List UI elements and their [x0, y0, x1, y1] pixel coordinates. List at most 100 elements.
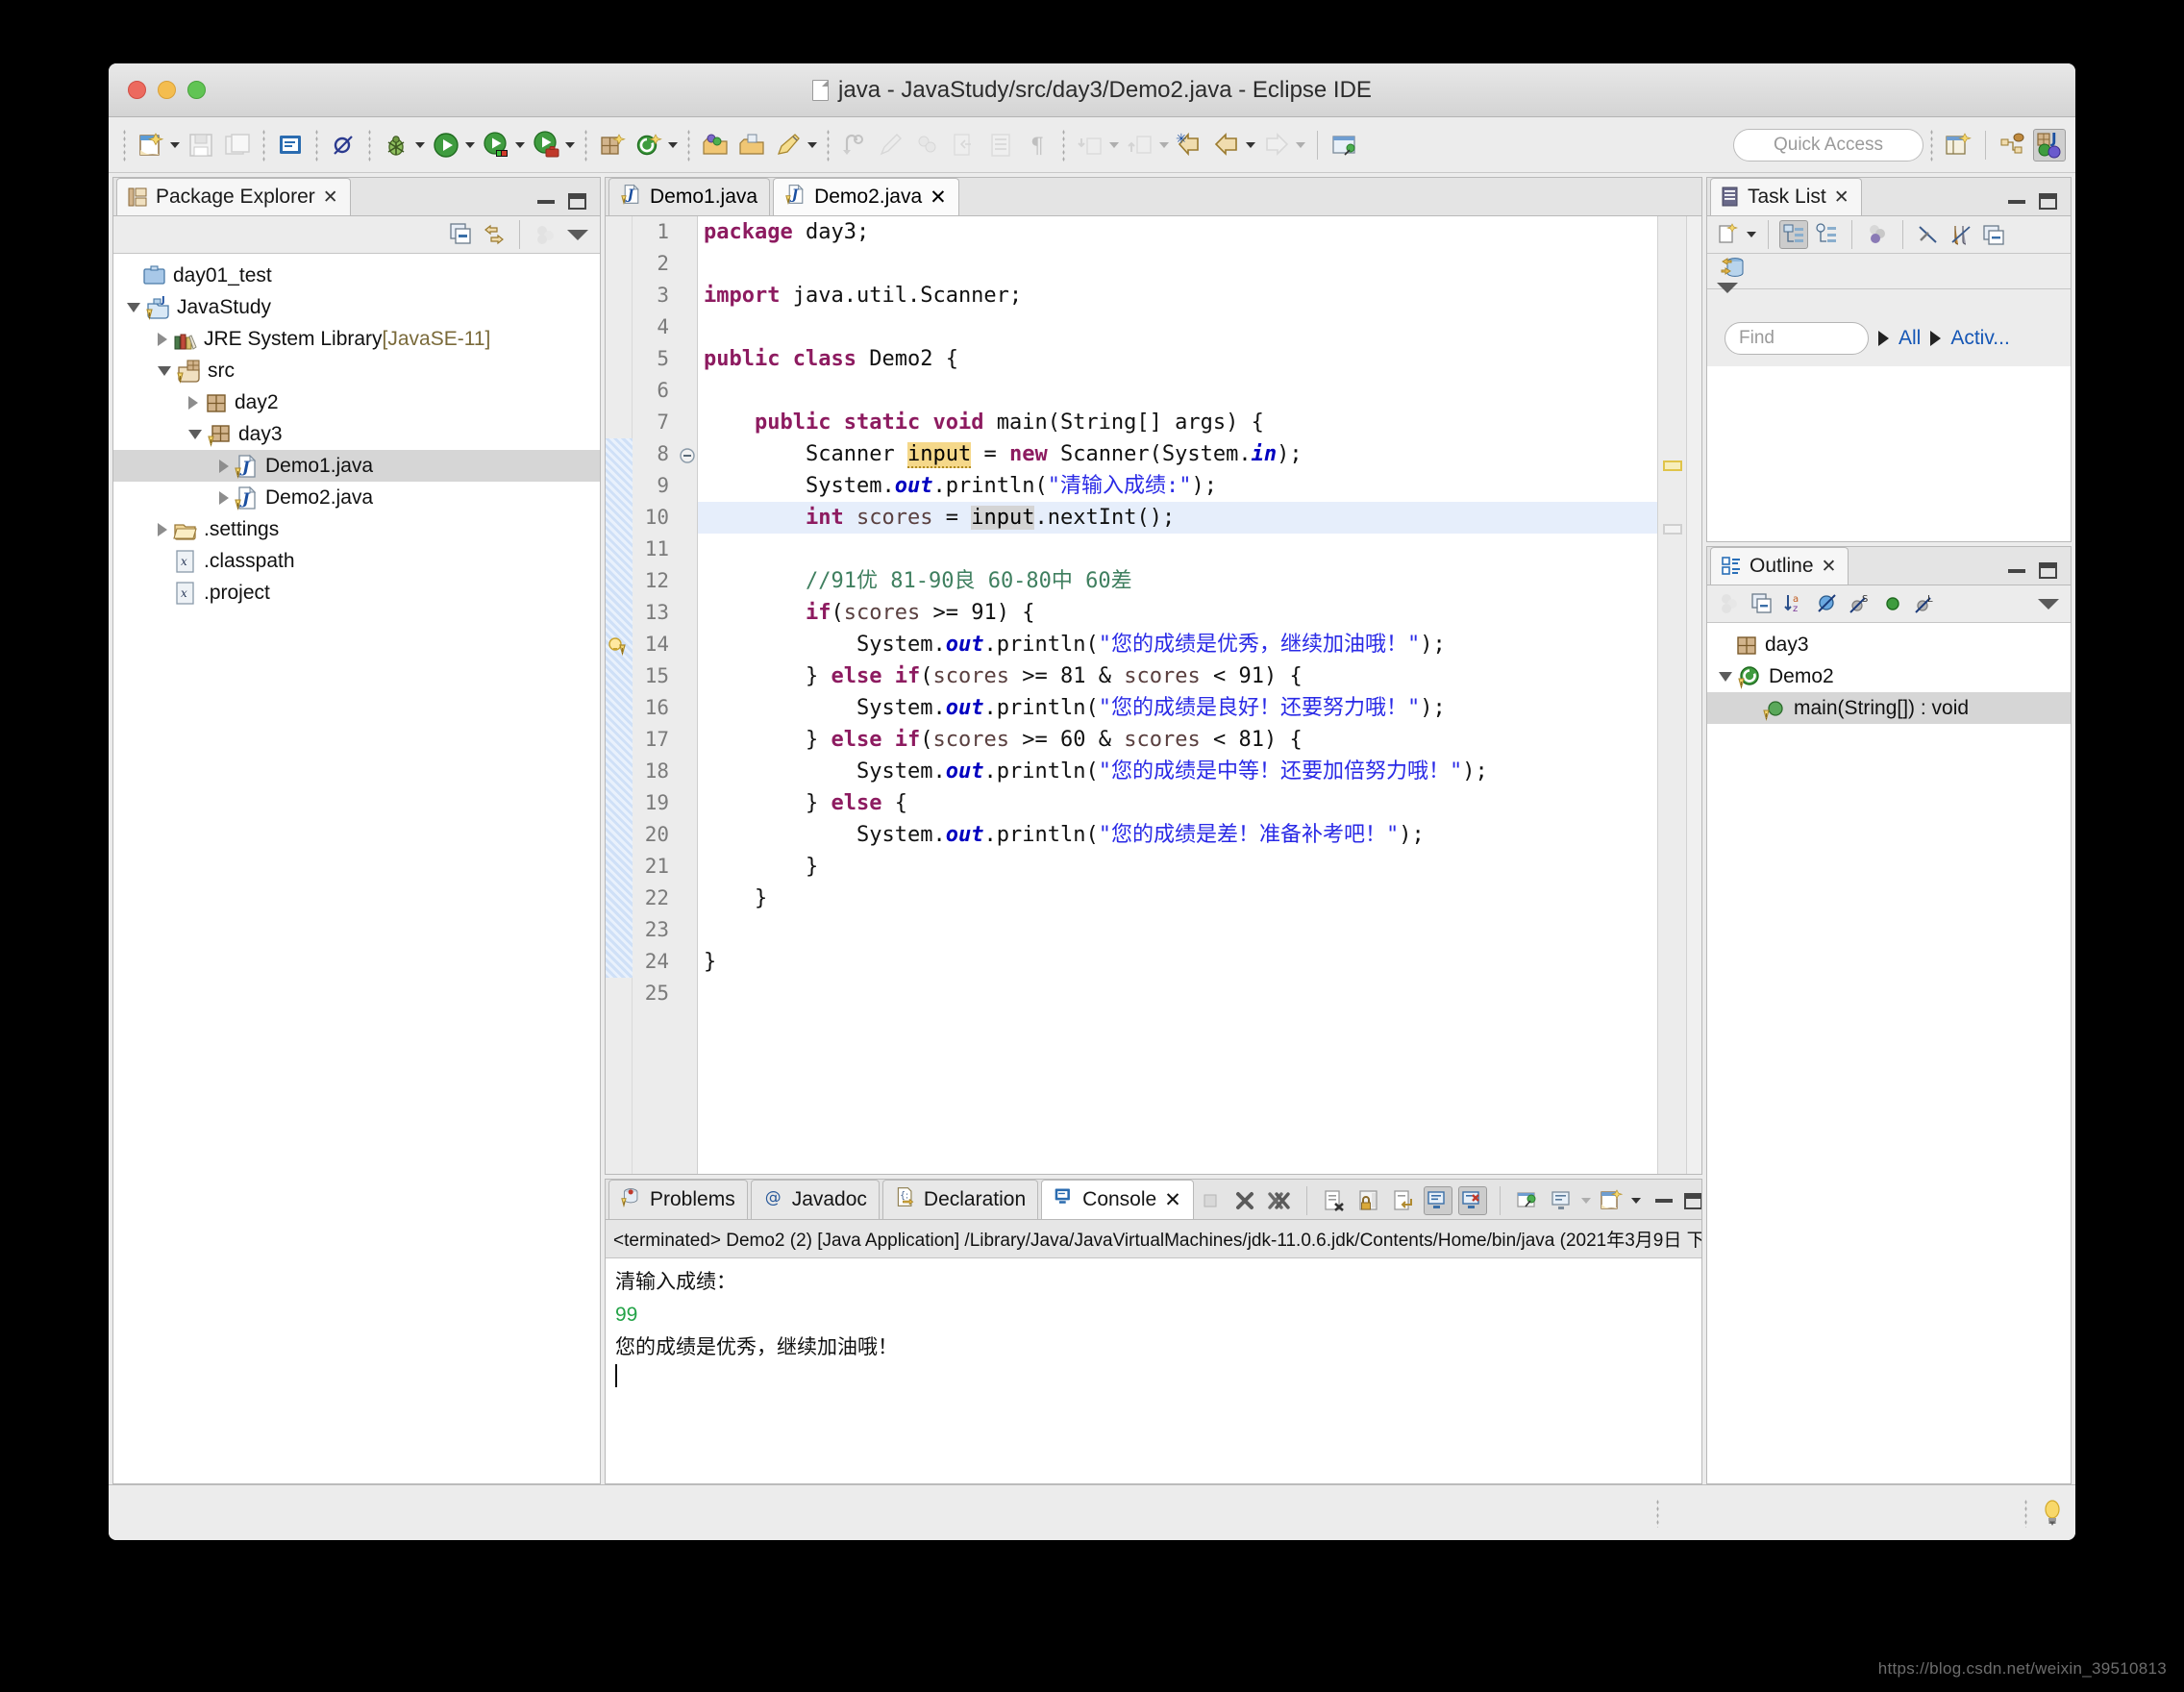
view-menu-button[interactable]: [2034, 589, 2063, 618]
chevron-down-icon[interactable]: [1717, 283, 1738, 310]
close-icon[interactable]: ✕: [1164, 1188, 1181, 1212]
hide-static-button[interactable]: S: [1846, 589, 1874, 618]
filter-arrow-icon[interactable]: [1878, 331, 1889, 346]
open-type-button[interactable]: [699, 129, 732, 162]
run-caret[interactable]: [465, 141, 475, 148]
tree-twisty-right[interactable]: [158, 522, 167, 536]
hide-local-types-button[interactable]: L: [1911, 589, 1940, 618]
code-line[interactable]: public static void main(String[] args) {: [698, 407, 1657, 438]
overview-ruler[interactable]: [1657, 216, 1686, 1174]
categorized-presentation-button[interactable]: [1779, 220, 1808, 249]
link-with-editor-button[interactable]: [480, 220, 509, 249]
minimize-icon[interactable]: [537, 199, 555, 204]
chevron-down-icon[interactable]: [567, 229, 588, 240]
tree-twisty-down[interactable]: [127, 302, 140, 312]
code-line[interactable]: package day3;: [698, 216, 1657, 248]
maximize-icon[interactable]: [568, 193, 586, 210]
focus-on-workweek-button[interactable]: [1863, 220, 1892, 249]
tree-twisty-right[interactable]: [219, 490, 229, 505]
tree-item-day3[interactable]: ! day3: [113, 418, 600, 450]
tab-task-list[interactable]: Task List ✕: [1710, 178, 1862, 215]
open-console-caret[interactable]: [1630, 1198, 1641, 1204]
tree-item-jre-system-library[interactable]: JRE System Library [JavaSE-11]: [113, 323, 600, 355]
external-tools-button[interactable]: [530, 129, 562, 162]
external-tools-caret[interactable]: [565, 141, 575, 148]
clear-console-button[interactable]: [1320, 1186, 1349, 1215]
code-line[interactable]: [698, 978, 1657, 1009]
run-coverage-caret[interactable]: [515, 141, 525, 148]
minimize-icon[interactable]: [2008, 568, 2025, 573]
overview-cursor-mark[interactable]: [1663, 524, 1682, 535]
lock-scroll-button[interactable]: [1354, 1186, 1383, 1215]
restore-tasks-button[interactable]: [1719, 254, 1748, 283]
save-button[interactable]: [185, 129, 217, 162]
new-java-class-caret[interactable]: [668, 141, 678, 148]
remove-all-terminated-button[interactable]: [1265, 1186, 1294, 1215]
editor-tab-demo2-java[interactable]: J! Demo2.java ✕: [773, 178, 959, 215]
close-icon[interactable]: ✕: [930, 186, 947, 210]
maximize-icon[interactable]: [2039, 562, 2057, 579]
code-line[interactable]: [698, 311, 1657, 343]
tree-item-javastudy[interactable]: J! JavaStudy: [113, 291, 600, 323]
tree-item-day01-test[interactable]: day01_test: [113, 260, 600, 291]
code-line[interactable]: Scanner input = new Scanner(System.in);: [698, 438, 1657, 470]
code-line[interactable]: System.out.println("您的成绩是良好！还要努力哦！");: [698, 692, 1657, 724]
code-line[interactable]: System.out.println("您的成绩是中等！还要加倍努力哦！");: [698, 756, 1657, 787]
code-line[interactable]: import java.util.Scanner;: [698, 280, 1657, 311]
save-all-button[interactable]: [221, 129, 254, 162]
outline-item-demo2[interactable]: ! Demo2: [1707, 660, 2071, 692]
new-task-caret[interactable]: [1747, 232, 1756, 237]
collapse-all-button[interactable]: [447, 220, 476, 249]
code-line[interactable]: [698, 248, 1657, 280]
java-editor[interactable]: ! 1 2 3 4 5 6 7 8 9 10 11 12 13 14 15 16 17 18 19 20 21 22 23 2…: [606, 216, 1701, 1174]
close-icon[interactable]: ✕: [323, 187, 338, 209]
tree-twisty-right[interactable]: [219, 459, 229, 473]
tab-outline[interactable]: Outline ✕: [1710, 547, 1849, 585]
close-icon[interactable]: ✕: [1834, 187, 1849, 209]
code-line[interactable]: int scores = input.nextInt();: [698, 502, 1657, 534]
pin-editor-button[interactable]: [1328, 129, 1361, 162]
tree-twisty-down[interactable]: [188, 429, 202, 439]
code-line[interactable]: public class Demo2 {: [698, 343, 1657, 375]
code-line[interactable]: System.out.println("您的成绩是差！准备补考吧！");: [698, 819, 1657, 851]
tab-package-explorer[interactable]: Package Explorer ✕: [116, 178, 351, 215]
code-line[interactable]: }: [698, 946, 1657, 978]
run-coverage-button[interactable]: [480, 129, 512, 162]
new-wizard-caret[interactable]: [170, 141, 180, 148]
tip-of-the-day-icon[interactable]: [2043, 1499, 2062, 1528]
perspective-java-ee-button[interactable]: [1997, 129, 2029, 162]
filter-active-link[interactable]: Activ...: [1950, 327, 2009, 350]
task-list-empty-area[interactable]: [1707, 366, 2071, 541]
bottom-tab-declaration[interactable]: {: Declaration: [881, 1180, 1039, 1219]
code-line[interactable]: System.out.println("您的成绩是优秀，继续加油哦！");: [698, 629, 1657, 660]
new-task-button[interactable]: [1715, 220, 1744, 249]
code-content[interactable]: package day3; import java.util.Scanner; …: [698, 216, 1657, 1174]
code-line[interactable]: }: [698, 883, 1657, 914]
bottom-tab-javadoc[interactable]: @ Javadoc: [750, 1180, 880, 1219]
open-task-button[interactable]: [735, 129, 768, 162]
show-console-on-output-button[interactable]: [1423, 1186, 1452, 1215]
tree-item--classpath[interactable]: x .classpath: [113, 545, 600, 577]
code-line[interactable]: if(scores >= 91) {: [698, 597, 1657, 629]
tree-item-src[interactable]: ! src: [113, 355, 600, 386]
search-button[interactable]: [772, 129, 805, 162]
bottom-tab-problems[interactable]: ! Problems: [608, 1180, 748, 1219]
open-perspective-button[interactable]: [1942, 129, 1974, 162]
back-to-marker-button[interactable]: ✳: [1174, 129, 1206, 162]
hide-non-public-button[interactable]: [1878, 589, 1907, 618]
back-caret[interactable]: [1246, 141, 1255, 148]
tree-twisty-down[interactable]: [158, 365, 171, 376]
overview-warning-mark[interactable]: [1663, 460, 1682, 471]
code-line[interactable]: } else if(scores >= 60 & scores < 81) {: [698, 724, 1657, 756]
warning-marker-icon[interactable]: !: [608, 635, 631, 659]
tree-item-demo1-java[interactable]: J! Demo1.java: [113, 450, 600, 482]
code-line[interactable]: }: [698, 851, 1657, 883]
run-button[interactable]: [430, 129, 462, 162]
minimize-icon[interactable]: [1654, 1199, 1673, 1203]
filter-arrow-icon[interactable]: [1930, 331, 1942, 346]
code-line[interactable]: //91优 81-90良 60-80中 60差: [698, 565, 1657, 597]
collapse-fold-icon[interactable]: [678, 446, 697, 465]
close-icon[interactable]: ✕: [1822, 556, 1837, 578]
outline-item-main-string------void[interactable]: ! main(String[]) : void: [1707, 692, 2071, 724]
code-line[interactable]: [698, 914, 1657, 946]
